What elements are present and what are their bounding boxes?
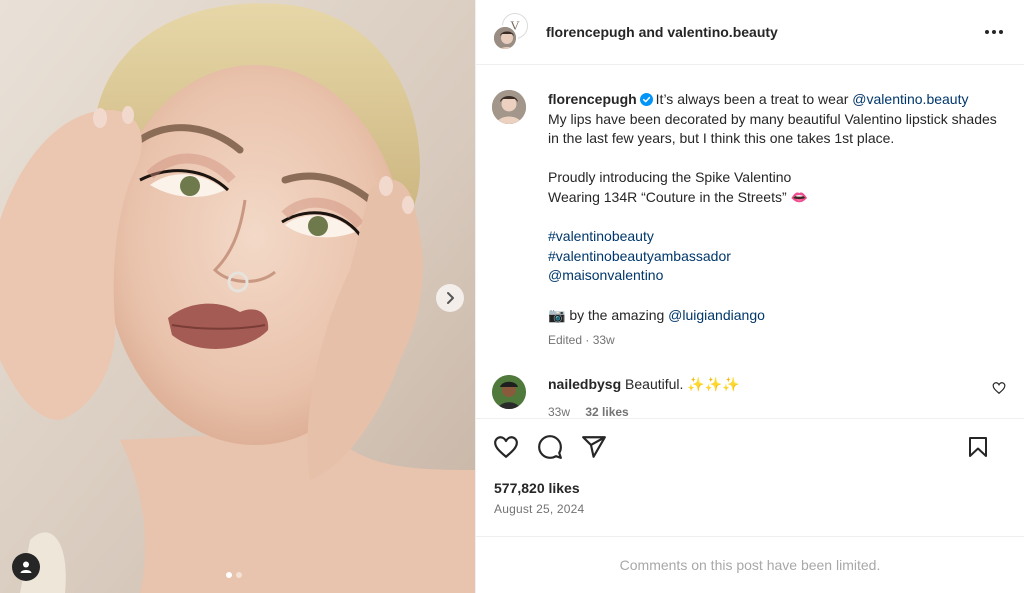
- comment-body: nailedbysg Beautiful. ✨✨✨ 33w 32 likes: [548, 375, 740, 418]
- share-button[interactable]: [580, 433, 608, 461]
- carousel-next-button[interactable]: [436, 284, 464, 312]
- caption-meta: Edited · 33w: [548, 333, 615, 348]
- photo-credit-text: 📷 by the amazing: [548, 306, 669, 323]
- post-photo: [0, 0, 475, 593]
- mention-link[interactable]: @valentino.beauty: [852, 91, 968, 107]
- header-connector: and: [638, 24, 664, 40]
- carousel-indicator: [226, 572, 242, 578]
- share-icon: [582, 436, 606, 458]
- user-avatar[interactable]: [492, 25, 518, 51]
- post-date[interactable]: August 25, 2024: [494, 502, 584, 516]
- avatar-photo: [494, 27, 516, 49]
- post-side-panel: V florencepugh and valentino.beauty flor…: [475, 0, 1024, 593]
- caption-line-4: Wearing 134R “Couture in the Streets” 👄: [548, 188, 808, 205]
- likes-count[interactable]: 577,820 likes: [494, 480, 580, 496]
- like-button[interactable]: [492, 433, 520, 461]
- tagged-users-button[interactable]: [12, 553, 40, 581]
- mention-link[interactable]: @maisonvalentino: [548, 266, 1008, 286]
- carousel-dot: [236, 572, 242, 578]
- action-bar: [476, 418, 1024, 476]
- header-username-link[interactable]: florencepugh: [546, 24, 635, 40]
- post-media[interactable]: [0, 0, 475, 593]
- more-horizontal-icon: [985, 30, 1003, 34]
- caption-line-3: Proudly introducing the Spike Valentino: [548, 169, 792, 186]
- carousel-dot-active: [226, 572, 232, 578]
- caption-line-1: It’s always been a treat to wear: [655, 91, 853, 107]
- mention-link[interactable]: @luigiandiango: [668, 307, 765, 323]
- post-header: V florencepugh and valentino.beauty: [476, 0, 1024, 65]
- hashtag-link[interactable]: #valentinobeauty: [548, 227, 1008, 247]
- photo-credit: 📷 by the amazing @luigiandiango: [548, 306, 1008, 326]
- post-header-title: florencepugh and valentino.beauty: [546, 24, 778, 40]
- caption-username-link[interactable]: florencepugh: [548, 91, 637, 107]
- caption-line-2: My lips have been decorated by many beau…: [548, 110, 997, 147]
- hashtag-link[interactable]: #valentinobeautyambassador: [548, 247, 1008, 267]
- bookmark-icon: [969, 437, 987, 457]
- user-tag-icon: [20, 561, 32, 573]
- comment-button[interactable]: [536, 433, 564, 461]
- avatar-photo: [492, 374, 526, 409]
- comments-scroll-area[interactable]: florencepugh It’s always been a treat to …: [476, 66, 1024, 418]
- comments-limited-notice: Comments on this post have been limited.: [476, 536, 1024, 593]
- more-options-button[interactable]: [982, 22, 1006, 42]
- comments-limited-text: Comments on this post have been limited.: [619, 557, 881, 573]
- comment-meta: 33w 32 likes: [548, 403, 740, 418]
- chevron-right-icon: [447, 292, 454, 304]
- collab-avatars[interactable]: V: [492, 13, 530, 51]
- comment-text: Beautiful. ✨✨✨: [625, 375, 740, 392]
- save-button[interactable]: [964, 433, 992, 461]
- comment-avatar[interactable]: [492, 374, 526, 409]
- caption-avatar[interactable]: [492, 90, 526, 124]
- comment-likes-link[interactable]: 32 likes: [585, 405, 628, 418]
- caption-text: florencepugh It’s always been a treat to …: [548, 90, 1008, 351]
- comment-item: nailedbysg Beautiful. ✨✨✨ 33w 32 likes: [492, 374, 1008, 418]
- verified-badge-icon: [639, 93, 653, 106]
- comment-like-heart-icon[interactable]: [992, 381, 1006, 395]
- avatar-photo: [492, 90, 526, 124]
- caption: florencepugh It’s always been a treat to …: [492, 90, 1008, 351]
- comment-icon: [538, 435, 562, 459]
- comment-age: 33w: [548, 404, 571, 418]
- heart-icon: [494, 436, 518, 458]
- comment-username-link[interactable]: nailedbysg: [548, 376, 621, 392]
- header-collaborator-link[interactable]: valentino.beauty: [667, 24, 777, 40]
